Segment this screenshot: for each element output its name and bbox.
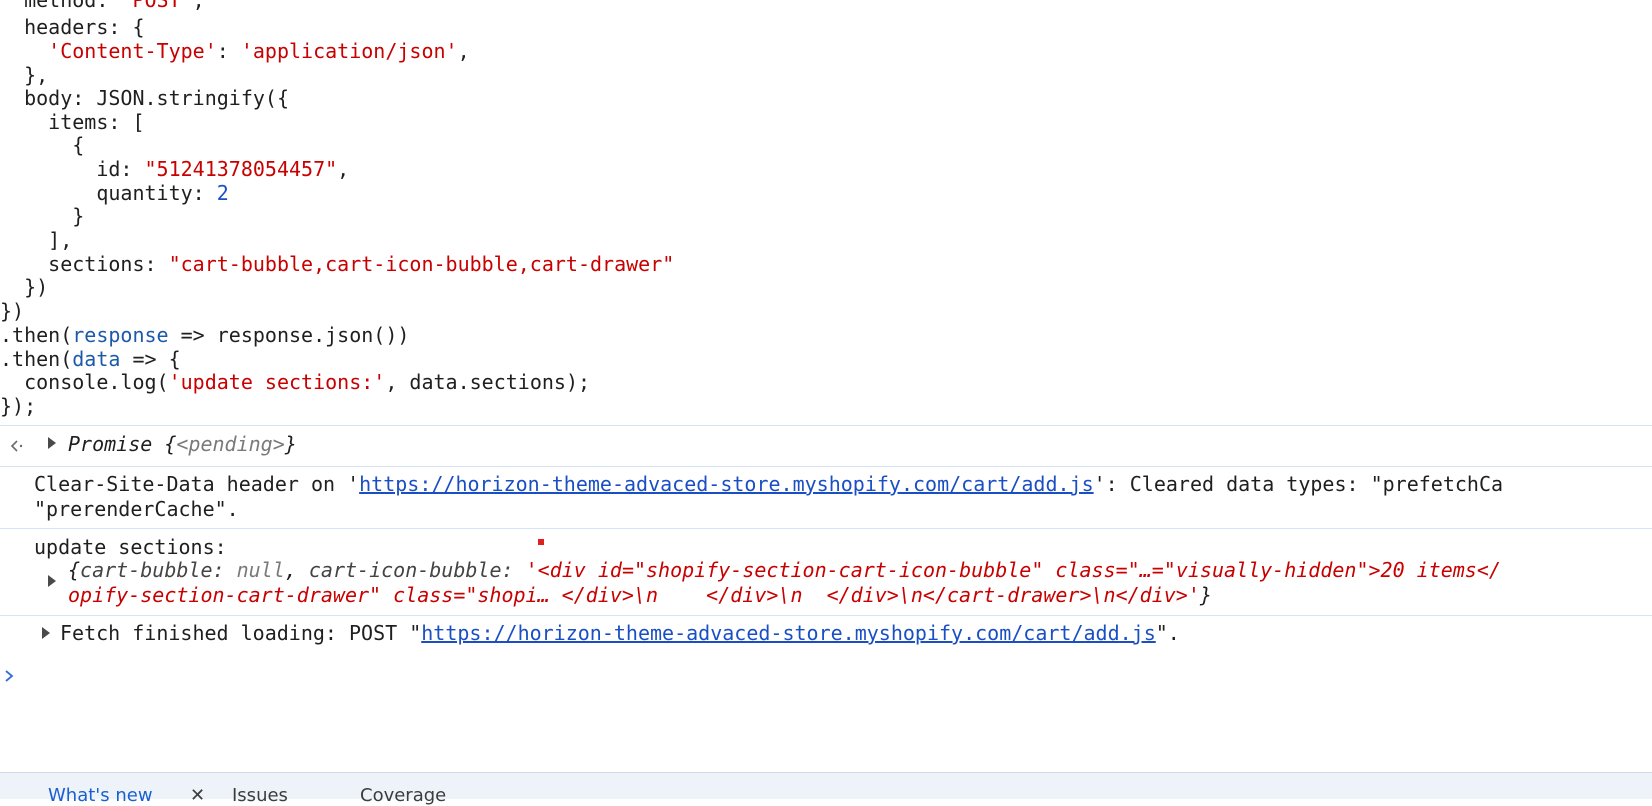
code-line: headers: { (0, 15, 145, 39)
expand-triangle-icon[interactable] (48, 575, 56, 587)
code-line: 'Content-Type': 'application/json', (48, 39, 470, 63)
code-line: }, (0, 63, 49, 87)
clear-site-data-message: Clear-Site-Data header on 'https://horiz… (0, 467, 1652, 527)
code-line: console.log('update sections:', data.sec… (0, 370, 591, 394)
code-line: body: JSON.stringify({ (0, 86, 289, 110)
code-line: ], (0, 228, 73, 252)
code-line: items: [ (0, 110, 145, 134)
expand-triangle-icon[interactable] (48, 437, 56, 449)
return-arrow-icon (10, 440, 23, 452)
sections-object-line2[interactable]: opify-section-cart-drawer" class="shopi…… (68, 583, 1212, 607)
code-line: id: "51241378054457", (0, 157, 350, 181)
drawer-tab-bar: What's new ✕ Issues Coverage (0, 772, 1652, 806)
code-line: { (0, 133, 85, 157)
fetch-finished-message[interactable]: Fetch finished loading: POST "https://ho… (0, 616, 1652, 652)
log-label: update sections: (34, 535, 227, 559)
fetch-url-link[interactable]: https://horizon-theme-advaced-store.mysh… (421, 621, 1156, 645)
console-prompt[interactable] (0, 660, 1652, 690)
prompt-chevron-icon (5, 670, 14, 682)
code-line: method: 'POST', (0, 0, 205, 12)
update-sections-log: update sections: {cart-bubble: null, car… (0, 529, 1652, 615)
code-line: } (0, 204, 85, 228)
clear-site-data-line1: Clear-Site-Data header on 'https://horiz… (34, 472, 1504, 496)
code-line: .then(response => response.json()) (0, 323, 410, 347)
close-icon[interactable]: ✕ (190, 785, 205, 806)
cart-add-link[interactable]: https://horizon-theme-advaced-store.mysh… (359, 472, 1094, 496)
code-line: }); (0, 394, 37, 418)
clear-site-data-line2: "prerenderCache". (34, 497, 239, 521)
code-line: .then(data => { (0, 347, 181, 371)
sections-object-line1[interactable]: {cart-bubble: null, cart-icon-bubble: '<… (68, 558, 1501, 582)
expand-triangle-icon[interactable] (42, 627, 50, 639)
promise-value[interactable]: Promise {<pending>} (68, 432, 297, 456)
code-line: quantity: 2 (0, 181, 229, 205)
code-line: }) (0, 275, 49, 299)
code-line: }) (0, 299, 25, 323)
fetch-text: Fetch finished loading: POST "https://ho… (60, 621, 1180, 645)
tab-issues[interactable]: Issues (232, 785, 288, 806)
code-line: sections: "cart-bubble,cart-icon-bubble,… (0, 252, 675, 276)
return-value-row[interactable]: Promise {<pending>} (0, 426, 1652, 466)
tab-whats-new[interactable]: What's new (48, 785, 153, 806)
tab-coverage[interactable]: Coverage (360, 785, 446, 806)
selection-marker (538, 539, 544, 545)
